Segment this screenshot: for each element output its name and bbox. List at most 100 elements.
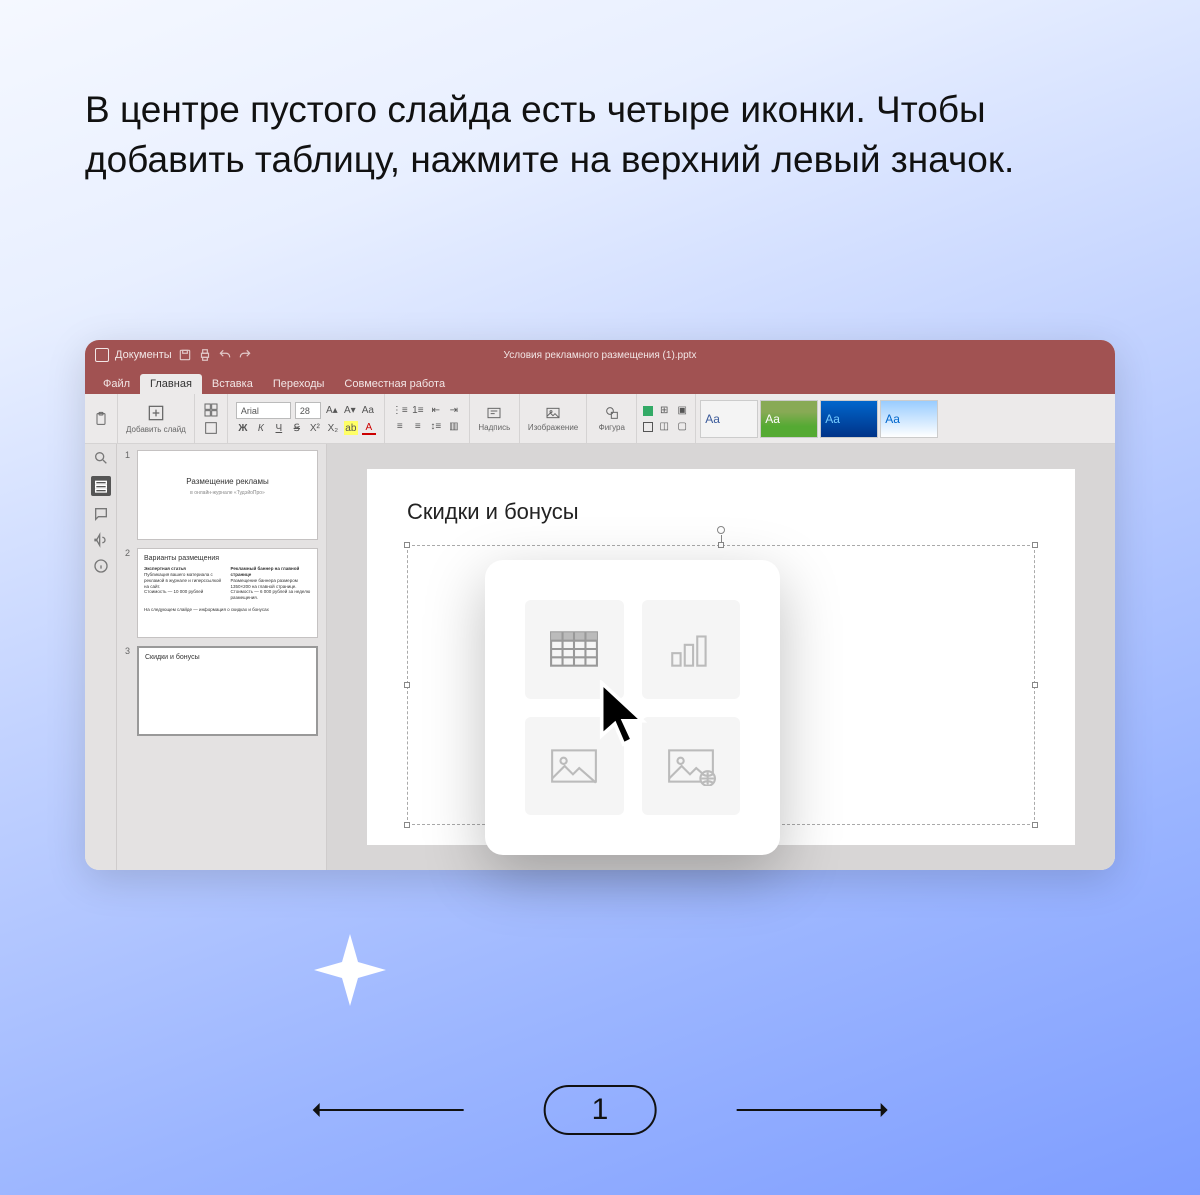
insert-content-popup <box>485 560 780 855</box>
thumbnail-2[interactable]: 2 Варианты размещения Экспертная статья … <box>125 548 318 638</box>
menu-transitions[interactable]: Переходы <box>263 374 335 394</box>
ribbon-themes: Aa Aa Aa Aa <box>696 394 942 443</box>
align-objects-icon[interactable]: ⊞ <box>657 404 671 418</box>
prev-step-arrow[interactable] <box>314 1109 464 1111</box>
title-bar: Документы Условия рекламного размещения … <box>85 340 1115 370</box>
thumbnail-3[interactable]: 3 Скидки и бонусы <box>125 646 318 736</box>
resize-handle[interactable] <box>718 542 724 548</box>
thumb2-col2-body: Размещение баннера размером 1350×200 на … <box>231 578 298 589</box>
shape-label: Фигура <box>599 423 625 432</box>
picture-icon <box>549 746 599 786</box>
insert-table-button[interactable] <box>525 600 624 699</box>
menu-insert[interactable]: Вставка <box>202 374 263 394</box>
theme-option-4[interactable]: Aa <box>880 400 938 438</box>
superscript-icon[interactable]: X² <box>308 421 322 435</box>
layout-icon[interactable] <box>203 402 219 418</box>
thumb2-footer: На следующем слайде — информация о скидк… <box>144 607 311 612</box>
bold-button[interactable]: Ж <box>236 421 250 435</box>
redo-icon[interactable] <box>238 348 252 362</box>
thumb2-col1-head: Экспертная статья <box>144 566 186 571</box>
document-title: Условия рекламного размещения (1).pptx <box>504 350 697 361</box>
strike-button[interactable]: Ꞩ <box>290 421 304 435</box>
resize-handle[interactable] <box>1032 822 1038 828</box>
line-spacing-icon[interactable]: ↕≡ <box>429 420 443 434</box>
image-icon[interactable] <box>545 405 561 421</box>
table-icon <box>549 629 599 669</box>
print-icon[interactable] <box>198 348 212 362</box>
search-icon[interactable] <box>93 450 109 466</box>
indent-dec-icon[interactable]: ⇤ <box>429 404 443 418</box>
ribbon-paragraph: ⋮≡ 1≡ ⇤ ⇥ ≡ ≡ ↕≡ ▥ <box>385 394 470 443</box>
theme-option-3[interactable]: Aa <box>820 400 878 438</box>
add-slide-icon[interactable] <box>146 403 166 423</box>
resize-handle[interactable] <box>404 542 410 548</box>
shape-icon[interactable] <box>604 405 620 421</box>
add-slide-label[interactable]: Добавить слайд <box>126 425 186 434</box>
font-size-select[interactable]: 28 <box>295 402 321 419</box>
picture-web-icon <box>666 746 716 786</box>
instruction-text: В центре пустого слайда есть четыре икон… <box>85 85 1115 185</box>
rotate-handle[interactable] <box>717 526 725 534</box>
font-color-icon[interactable]: A <box>362 421 376 435</box>
bullets-icon[interactable]: ⋮≡ <box>393 404 407 418</box>
font-shrink-icon[interactable]: A▾ <box>343 404 357 418</box>
ribbon-shape: Фигура <box>587 394 637 443</box>
align-left-icon[interactable]: ≡ <box>393 420 407 434</box>
italic-button[interactable]: К <box>254 421 268 435</box>
insert-chart-button[interactable] <box>642 600 741 699</box>
menu-file[interactable]: Файл <box>93 374 140 394</box>
slides-panel-icon[interactable] <box>91 476 111 496</box>
insert-image-web-button[interactable] <box>642 717 741 816</box>
font-grow-icon[interactable]: A▴ <box>325 404 339 418</box>
thumbnail-1[interactable]: 1 Размещение рекламы в онлайн-журнале «Т… <box>125 450 318 540</box>
ribbon-arrange: ⊞ ▣ ◫ ▢ <box>637 394 696 443</box>
highlight-icon[interactable]: ab <box>344 421 358 435</box>
theme-option-2[interactable]: Aa <box>760 400 818 438</box>
ribbon: Добавить слайд Arial 28 A▴ A▾ Aa Ж К Ч Ꞩ… <box>85 394 1115 444</box>
app-name: Документы <box>115 349 172 361</box>
feedback-icon[interactable] <box>93 532 109 548</box>
ribbon-layout <box>195 394 228 443</box>
ribbon-font: Arial 28 A▴ A▾ Aa Ж К Ч Ꞩ X² X₂ ab A <box>228 394 385 443</box>
font-case-icon[interactable]: Aa <box>361 404 375 418</box>
left-rail <box>85 444 117 870</box>
underline-button[interactable]: Ч <box>272 421 286 435</box>
app-icon <box>95 348 109 362</box>
columns-icon[interactable]: ▥ <box>447 420 461 434</box>
info-icon[interactable] <box>93 558 109 574</box>
save-icon[interactable] <box>178 348 192 362</box>
subscript-icon[interactable]: X₂ <box>326 421 340 435</box>
paste-icon[interactable] <box>93 411 109 427</box>
numbering-icon[interactable]: 1≡ <box>411 404 425 418</box>
textbox-icon[interactable] <box>486 405 502 421</box>
resize-handle[interactable] <box>1032 542 1038 548</box>
thumbnail-number: 2 <box>125 548 133 638</box>
font-name-select[interactable]: Arial <box>236 402 291 419</box>
group-icon[interactable]: ◫ <box>657 420 671 434</box>
thumb1-subtitle: в онлайн-журнале «ТудэйоПро» <box>144 490 311 496</box>
ribbon-textbox: Надпись <box>470 394 520 443</box>
bring-front-icon[interactable]: ▣ <box>675 404 689 418</box>
fill-color-icon[interactable] <box>643 406 653 416</box>
resize-handle[interactable] <box>1032 682 1038 688</box>
menu-collab[interactable]: Совместная работа <box>334 374 455 394</box>
ribbon-add-slide: Добавить слайд <box>118 394 195 443</box>
textbox-label: Надпись <box>478 423 510 432</box>
send-back-icon[interactable]: ▢ <box>675 420 689 434</box>
theme-option-1[interactable]: Aa <box>700 400 758 438</box>
resize-handle[interactable] <box>404 682 410 688</box>
thumb2-col2-head: Рекламный баннер на главной странице <box>231 566 300 577</box>
comments-icon[interactable] <box>93 506 109 522</box>
resize-handle[interactable] <box>404 822 410 828</box>
step-number: 1 <box>544 1085 657 1135</box>
step-pager: 1 <box>314 1085 887 1135</box>
align-center-icon[interactable]: ≡ <box>411 420 425 434</box>
menu-home[interactable]: Главная <box>140 374 202 394</box>
indent-inc-icon[interactable]: ⇥ <box>447 404 461 418</box>
slide-title[interactable]: Скидки и бонусы <box>407 499 1035 525</box>
next-step-arrow[interactable] <box>736 1109 886 1111</box>
outline-color-icon[interactable] <box>643 422 653 432</box>
reset-icon[interactable] <box>203 420 219 436</box>
undo-icon[interactable] <box>218 348 232 362</box>
insert-image-button[interactable] <box>525 717 624 816</box>
